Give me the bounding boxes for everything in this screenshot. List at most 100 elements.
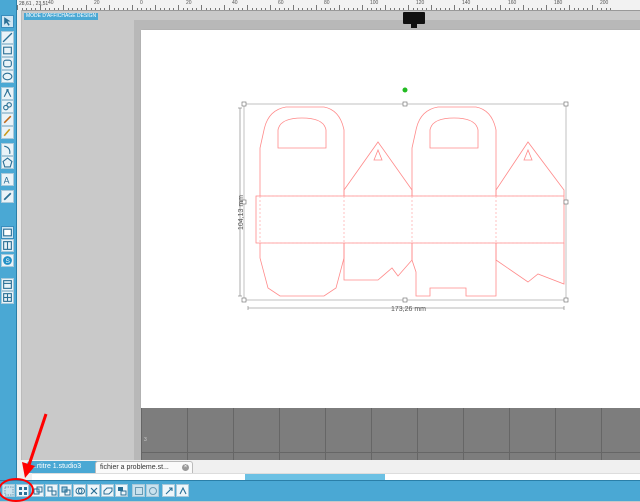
ruler-tick bbox=[329, 8, 331, 10]
ruler-tick bbox=[311, 8, 313, 10]
send-backward-icon[interactable] bbox=[115, 484, 128, 497]
delete-icon[interactable] bbox=[87, 484, 100, 497]
ruler-tick bbox=[224, 5, 225, 10]
eraser-icon[interactable] bbox=[1, 100, 14, 113]
compound-icon[interactable] bbox=[73, 484, 86, 497]
ruler-tick bbox=[610, 8, 612, 10]
annotation-arrow-icon bbox=[22, 413, 48, 478]
ruler-tick bbox=[559, 8, 561, 10]
ruler-tick-label: 0 bbox=[140, 0, 143, 6]
ruler-tick bbox=[513, 8, 515, 10]
ruler-tick bbox=[205, 8, 207, 10]
ruler-tick bbox=[191, 8, 193, 10]
ruler-tick bbox=[587, 8, 589, 10]
ruler-tick bbox=[127, 8, 129, 10]
ruler-tick bbox=[523, 5, 524, 10]
library-icon[interactable] bbox=[1, 239, 14, 252]
ruler-tick bbox=[596, 8, 598, 10]
polygon-icon[interactable] bbox=[1, 156, 14, 169]
ruler-tick-label: 20 bbox=[94, 0, 100, 6]
ruler-tick bbox=[463, 8, 465, 10]
grid-number: 3 bbox=[144, 437, 147, 443]
edit-points-icon[interactable] bbox=[1, 87, 14, 100]
rectangle-icon[interactable] bbox=[1, 44, 14, 57]
left-toolbar: A S bbox=[0, 0, 17, 480]
ruler-tick bbox=[251, 8, 253, 10]
ruler-tick bbox=[279, 8, 281, 10]
rotate-icon[interactable] bbox=[162, 484, 175, 497]
bring-forward-icon[interactable] bbox=[132, 484, 145, 497]
ruler-tick bbox=[274, 8, 276, 10]
brush-icon[interactable] bbox=[1, 190, 14, 203]
ruler-tick bbox=[375, 8, 377, 10]
ruler-tick bbox=[431, 5, 432, 10]
ruler-tick bbox=[86, 5, 87, 10]
ruler-tick bbox=[316, 5, 317, 10]
pencil-icon[interactable] bbox=[1, 113, 14, 126]
ruler-tick bbox=[325, 8, 327, 10]
ruler-tick bbox=[601, 8, 603, 10]
ruler-tick bbox=[26, 8, 28, 10]
ruler-tick bbox=[605, 8, 607, 10]
ruler-tick bbox=[270, 5, 271, 10]
close-tab-icon[interactable]: × bbox=[182, 464, 189, 471]
ruler-tick bbox=[532, 8, 534, 10]
ruler-tick bbox=[53, 8, 55, 10]
arc-icon[interactable] bbox=[1, 143, 14, 156]
rotate-handle[interactable] bbox=[402, 87, 408, 93]
ruler-tick bbox=[90, 8, 92, 10]
knife-icon[interactable] bbox=[1, 126, 14, 139]
store-icon[interactable]: S bbox=[1, 254, 14, 267]
ruler-tick bbox=[417, 8, 419, 10]
ruler-tick bbox=[145, 8, 147, 10]
page-setup-icon[interactable] bbox=[1, 226, 14, 239]
tab-document-2[interactable]: fichier a probleme.st... × bbox=[95, 461, 193, 473]
ruler-tick bbox=[454, 5, 455, 10]
rounded-rectangle-icon[interactable] bbox=[1, 57, 14, 70]
line-icon[interactable] bbox=[1, 31, 14, 44]
ruler-tick bbox=[352, 8, 354, 10]
ruler-tick bbox=[302, 8, 304, 10]
ruler-tick bbox=[155, 5, 156, 10]
svg-text:S: S bbox=[6, 258, 11, 265]
ruler-tick bbox=[481, 8, 483, 10]
mirror-icon[interactable] bbox=[146, 484, 159, 497]
ruler-tick bbox=[122, 8, 124, 10]
ruler-tick bbox=[536, 8, 538, 10]
ruler-tick bbox=[293, 5, 294, 10]
text-icon[interactable]: A bbox=[1, 173, 14, 186]
ruler-tick bbox=[555, 8, 557, 10]
ruler-tick bbox=[67, 8, 69, 10]
select-icon[interactable] bbox=[1, 15, 14, 28]
ruler-tick bbox=[348, 8, 350, 10]
ruler-tick bbox=[343, 8, 345, 10]
ruler-tick bbox=[233, 8, 235, 10]
ungroup-icon[interactable] bbox=[59, 484, 72, 497]
weld-icon[interactable] bbox=[101, 484, 114, 497]
ruler-tick bbox=[196, 8, 198, 10]
ruler-tick bbox=[412, 8, 414, 10]
box-template-design[interactable]: 173,26 mm 104,13 mm bbox=[228, 87, 578, 320]
svg-text:A: A bbox=[4, 175, 10, 185]
ruler-tick bbox=[403, 8, 405, 10]
top-ruler: 28,61 , 23,51 40 20 0 20 40 60 80 100 120 140 160 1… bbox=[17, 0, 640, 11]
ruler-tick bbox=[214, 8, 216, 10]
panel-icon[interactable] bbox=[1, 278, 14, 291]
ruler-tick bbox=[265, 8, 267, 10]
ruler-tick bbox=[228, 8, 230, 10]
ruler-tick bbox=[444, 8, 446, 10]
ellipse-icon[interactable] bbox=[1, 70, 14, 83]
ruler-tick bbox=[371, 8, 373, 10]
ruler-tick bbox=[219, 8, 221, 10]
ruler-tick bbox=[242, 8, 244, 10]
replicate-icon[interactable] bbox=[176, 484, 189, 497]
ruler-tick bbox=[550, 8, 552, 10]
ruler-tick bbox=[173, 8, 175, 10]
mode-label: MODE D'AFFICHAGE DESIGN bbox=[24, 13, 99, 20]
ruler-tick bbox=[63, 5, 64, 10]
cursor-coordinates: 28,61 , 23,51 bbox=[19, 1, 49, 7]
grid-panel-icon[interactable] bbox=[1, 291, 14, 304]
ruler-tick bbox=[389, 8, 391, 10]
ruler-tick bbox=[35, 8, 37, 10]
ruler-tick bbox=[132, 5, 133, 10]
